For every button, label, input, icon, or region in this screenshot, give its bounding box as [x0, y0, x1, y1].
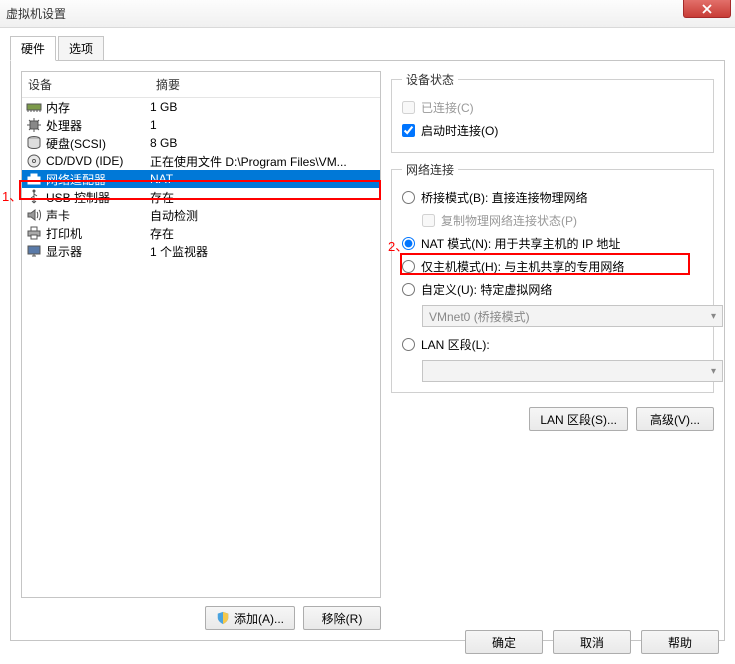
lan-segments-button[interactable]: LAN 区段(S)...	[529, 407, 628, 431]
ok-button[interactable]: 确定	[465, 630, 543, 654]
cpu-icon	[26, 117, 42, 133]
hardware-row[interactable]: 内存 1 GB	[22, 98, 380, 116]
window-title: 虚拟机设置	[6, 5, 66, 22]
shield-icon	[216, 611, 230, 625]
add-button[interactable]: 添加(A)...	[205, 606, 295, 630]
hardware-row[interactable]: 网络适配器 NAT	[22, 170, 380, 188]
bridged-radio[interactable]	[402, 191, 415, 204]
titlebar: 虚拟机设置	[0, 0, 735, 28]
device-name: 显示器	[46, 243, 82, 260]
hdd-icon	[26, 135, 42, 151]
tab-hardware[interactable]: 硬件	[10, 36, 56, 61]
printer-icon	[26, 225, 42, 241]
device-name: 打印机	[46, 225, 82, 242]
col-device[interactable]: 设备	[22, 72, 150, 97]
advanced-button[interactable]: 高级(V)...	[636, 407, 714, 431]
network-connection-group: 网络连接 桥接模式(B): 直接连接物理网络 复制物理网络连接状态(P) NAT…	[391, 161, 714, 393]
annotation-label-2: 2、	[388, 236, 408, 255]
network-legend: 网络连接	[402, 161, 458, 178]
device-summary: 1 GB	[150, 100, 376, 114]
tab-strip: 硬件 选项	[10, 36, 725, 61]
hardware-row[interactable]: 声卡 自动检测	[22, 206, 380, 224]
device-summary: 8 GB	[150, 136, 376, 150]
device-state-group: 设备状态 已连接(C) 启动时连接(O)	[391, 71, 714, 153]
device-summary: 1 个监视器	[150, 243, 376, 260]
remove-button[interactable]: 移除(R)	[303, 606, 381, 630]
hardware-row[interactable]: 显示器 1 个监视器	[22, 242, 380, 260]
col-summary[interactable]: 摘要	[150, 72, 380, 97]
hardware-row[interactable]: 处理器 1	[22, 116, 380, 134]
tab-options[interactable]: 选项	[58, 36, 104, 61]
annotation-label-1: 1、	[2, 186, 22, 205]
lan-segment-combo: ▾	[422, 360, 723, 382]
connect-at-poweron-row[interactable]: 启动时连接(O)	[402, 119, 703, 142]
chevron-down-icon: ▾	[711, 366, 716, 377]
memory-icon	[26, 99, 42, 115]
close-icon	[702, 4, 712, 14]
device-name: 内存	[46, 99, 70, 116]
replicate-checkbox-row: 复制物理网络连接状态(P)	[422, 209, 703, 232]
tab-content: 设备 摘要 内存 1 GB 处理器 1 硬盘(SCSI) 8 GB CD/DVD (IDE)…	[10, 61, 725, 641]
device-name: 处理器	[46, 117, 82, 134]
custom-vmnet-combo: VMnet0 (桥接模式) ▾	[422, 305, 723, 327]
device-summary: 存在	[150, 189, 376, 206]
connected-checkbox	[402, 101, 415, 114]
hardware-list[interactable]: 设备 摘要 内存 1 GB 处理器 1 硬盘(SCSI) 8 GB CD/DVD (IDE)…	[21, 71, 381, 598]
hardware-row[interactable]: 打印机 存在	[22, 224, 380, 242]
custom-radio-row[interactable]: 自定义(U): 特定虚拟网络	[402, 278, 703, 301]
device-summary: 正在使用文件 D:\Program Files\VM...	[150, 153, 376, 170]
device-state-legend: 设备状态	[402, 71, 458, 88]
connected-checkbox-row: 已连接(C)	[402, 96, 703, 119]
custom-radio[interactable]	[402, 283, 415, 296]
cd-icon	[26, 153, 42, 169]
lan-segment-radio-row[interactable]: LAN 区段(L):	[402, 333, 703, 356]
bridged-radio-row[interactable]: 桥接模式(B): 直接连接物理网络	[402, 186, 703, 209]
replicate-checkbox	[422, 214, 435, 227]
hardware-row[interactable]: USB 控制器 存在	[22, 188, 380, 206]
help-button[interactable]: 帮助	[641, 630, 719, 654]
net-icon	[26, 171, 42, 187]
close-button[interactable]	[683, 0, 731, 18]
usb-icon	[26, 189, 42, 205]
device-summary: NAT	[150, 172, 376, 186]
device-summary: 1	[150, 118, 376, 132]
display-icon	[26, 243, 42, 259]
connect-at-poweron-checkbox[interactable]	[402, 124, 415, 137]
device-name: CD/DVD (IDE)	[46, 154, 123, 168]
device-name: 声卡	[46, 207, 70, 224]
cancel-button[interactable]: 取消	[553, 630, 631, 654]
hostonly-radio-row[interactable]: 仅主机模式(H): 与主机共享的专用网络	[402, 255, 703, 278]
hardware-row[interactable]: 硬盘(SCSI) 8 GB	[22, 134, 380, 152]
hostonly-radio[interactable]	[402, 260, 415, 273]
chevron-down-icon: ▾	[711, 311, 716, 322]
device-name: 硬盘(SCSI)	[46, 135, 106, 152]
nat-radio-row[interactable]: NAT 模式(N): 用于共享主机的 IP 地址	[402, 232, 703, 255]
device-name: 网络适配器	[46, 171, 106, 188]
device-summary: 存在	[150, 225, 376, 242]
hardware-list-header: 设备 摘要	[22, 72, 380, 98]
hardware-row[interactable]: CD/DVD (IDE) 正在使用文件 D:\Program Files\VM..…	[22, 152, 380, 170]
lan-segment-radio[interactable]	[402, 338, 415, 351]
device-summary: 自动检测	[150, 207, 376, 224]
sound-icon	[26, 207, 42, 223]
device-name: USB 控制器	[46, 189, 110, 206]
